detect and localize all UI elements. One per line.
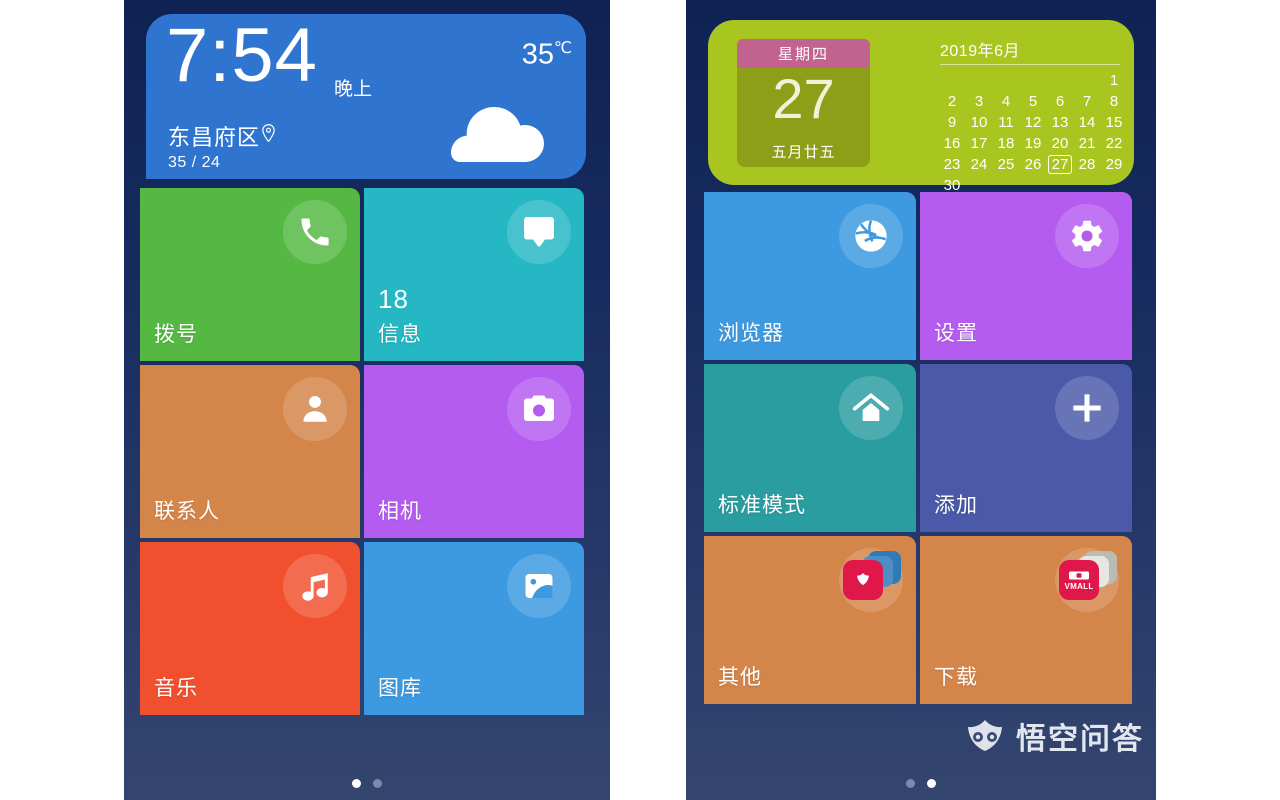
calendar-day-cell[interactable]: 13 — [1048, 113, 1072, 132]
calendar-day-cell[interactable]: 17 — [967, 134, 991, 153]
calendar-day-cell[interactable]: 24 — [967, 155, 991, 174]
left-phone-screen: 7:54 晚上 35℃ 东昌府区 35 / 24 拨号 18 信息 联系人 相机… — [124, 0, 610, 800]
weather-temperature: 35℃ — [522, 38, 572, 72]
calendar-day-cell[interactable]: 5 — [1021, 92, 1045, 111]
calendar-day-cell[interactable]: 16 — [940, 134, 964, 153]
watermark: 悟空问答 — [963, 714, 1144, 758]
message-count: 18 — [378, 284, 409, 314]
location-pin-icon — [262, 124, 275, 142]
weather-high-low: 35 / 24 — [168, 154, 221, 171]
browser-globe-icon — [839, 204, 903, 268]
weather-city: 东昌府区 — [168, 125, 261, 150]
calendar-day-cell[interactable]: 2 — [940, 92, 964, 111]
calendar-today-cell[interactable]: 27 — [1048, 155, 1072, 174]
calendar-day-cell[interactable]: 26 — [1021, 155, 1045, 174]
calendar-month-view: 2019年6月 00000012345678910111213141516171… — [940, 37, 1123, 195]
calendar-day-cell[interactable]: 28 — [1075, 155, 1099, 174]
page-dot-2[interactable] — [373, 779, 382, 788]
calendar-day-cell[interactable]: 6 — [1048, 92, 1072, 111]
watermark-text: 悟空问答 — [1016, 723, 1144, 756]
folder-other-icon — [839, 548, 903, 612]
plus-icon — [1055, 376, 1119, 440]
message-icon — [507, 200, 571, 264]
calendar-day-cell[interactable]: 18 — [994, 134, 1018, 153]
tile-messages[interactable]: 18 信息 — [364, 188, 584, 361]
calendar-day-cell[interactable]: 4 — [994, 92, 1018, 111]
cloud-icon — [451, 107, 544, 162]
clock-time: 7:54 — [166, 13, 318, 98]
temperature-value: 35 — [521, 38, 555, 71]
calendar-day-cell[interactable]: 15 — [1102, 113, 1126, 132]
tile-camera[interactable]: 相机 — [364, 365, 584, 538]
calendar-day-cell[interactable]: 21 — [1075, 134, 1099, 153]
calendar-day-cell[interactable]: 25 — [994, 155, 1018, 174]
tile-label: 信息 — [378, 323, 422, 346]
music-icon — [283, 554, 347, 618]
page-dot-1[interactable] — [906, 779, 915, 788]
gallery-icon — [507, 554, 571, 618]
tile-settings[interactable]: 设置 — [920, 192, 1132, 360]
calendar-day-cell[interactable]: 20 — [1048, 134, 1072, 153]
calendar-day-cell[interactable]: 11 — [994, 113, 1018, 132]
clock-ampm: 晚上 — [334, 79, 373, 100]
tile-label: 联系人 — [154, 500, 220, 523]
calendar-weekday: 星期四 — [737, 39, 870, 68]
calendar-day-cell[interactable]: 3 — [967, 92, 991, 111]
calendar-day-cell[interactable]: 12 — [1021, 113, 1045, 132]
calendar-month-title: 2019年6月 — [940, 37, 1120, 65]
tile-label: 图库 — [378, 677, 422, 700]
calendar-day-cell[interactable]: 10 — [967, 113, 991, 132]
calendar-day-cell[interactable]: 14 — [1075, 113, 1099, 132]
tile-browser[interactable]: 浏览器 — [704, 192, 916, 360]
calendar-day-card: 星期四 27 五月廿五 — [737, 39, 870, 167]
tile-gallery[interactable]: 图库 — [364, 542, 584, 715]
home-icon — [839, 376, 903, 440]
right-page-indicator — [686, 779, 1156, 788]
person-icon — [283, 377, 347, 441]
tile-dialer[interactable]: 拨号 — [140, 188, 360, 361]
tile-label: 相机 — [378, 500, 422, 523]
temperature-unit: ℃ — [554, 40, 572, 57]
calendar-day-cell[interactable]: 9 — [940, 113, 964, 132]
tile-contacts[interactable]: 联系人 — [140, 365, 360, 538]
tile-label: 拨号 — [154, 323, 198, 346]
calendar-day-cell[interactable]: 19 — [1021, 134, 1045, 153]
calendar-day-cell[interactable]: 1 — [1102, 71, 1126, 90]
left-page-indicator — [124, 779, 610, 788]
tile-label: 其他 — [718, 666, 762, 689]
tile-label: 音乐 — [154, 677, 198, 700]
calendar-day-cell[interactable]: 8 — [1102, 92, 1126, 111]
calendar-widget[interactable]: 星期四 27 五月廿五 2019年6月 00000012345678910111… — [708, 20, 1134, 194]
camera-icon — [507, 377, 571, 441]
tile-folder-other[interactable]: 其他 — [704, 536, 916, 704]
tile-add[interactable]: 添加 — [920, 364, 1132, 532]
tile-label: 标准模式 — [718, 494, 806, 517]
calendar-day-cell[interactable]: 7 — [1075, 92, 1099, 111]
tile-folder-download[interactable]: VMALL 下载 — [920, 536, 1132, 704]
folder-vmall-icon: VMALL — [1055, 548, 1119, 612]
page-dot-2[interactable] — [927, 779, 936, 788]
screenshot-canvas: 7:54 晚上 35℃ 东昌府区 35 / 24 拨号 18 信息 联系人 相机… — [0, 0, 1280, 800]
calendar-day-cell[interactable]: 22 — [1102, 134, 1126, 153]
calendar-daybox: 27 五月廿五 — [737, 68, 870, 167]
phone-icon — [283, 200, 347, 264]
calendar-lunar-date: 五月廿五 — [771, 144, 836, 161]
tile-music[interactable]: 音乐 — [140, 542, 360, 715]
vmall-label: VMALL — [1064, 581, 1094, 591]
calendar-day-grid: 0000001234567891011121314151617181920212… — [940, 71, 1123, 195]
tile-label: 添加 — [934, 494, 978, 517]
calendar-day-number: 27 — [772, 67, 835, 130]
tile-label: 浏览器 — [718, 322, 784, 345]
right-phone-screen: 星期四 27 五月廿五 2019年6月 00000012345678910111… — [686, 0, 1156, 800]
calendar-day-cell[interactable]: 29 — [1102, 155, 1126, 174]
gear-icon — [1055, 204, 1119, 268]
page-dot-1[interactable] — [352, 779, 361, 788]
wukong-logo-icon — [968, 720, 1002, 751]
calendar-day-cell[interactable]: 23 — [940, 155, 964, 174]
tile-label: 下载 — [934, 666, 978, 689]
weather-widget[interactable]: 7:54 晚上 35℃ 东昌府区 35 / 24 — [146, 14, 586, 179]
tile-label: 设置 — [934, 322, 978, 345]
tile-standard-mode[interactable]: 标准模式 — [704, 364, 916, 532]
